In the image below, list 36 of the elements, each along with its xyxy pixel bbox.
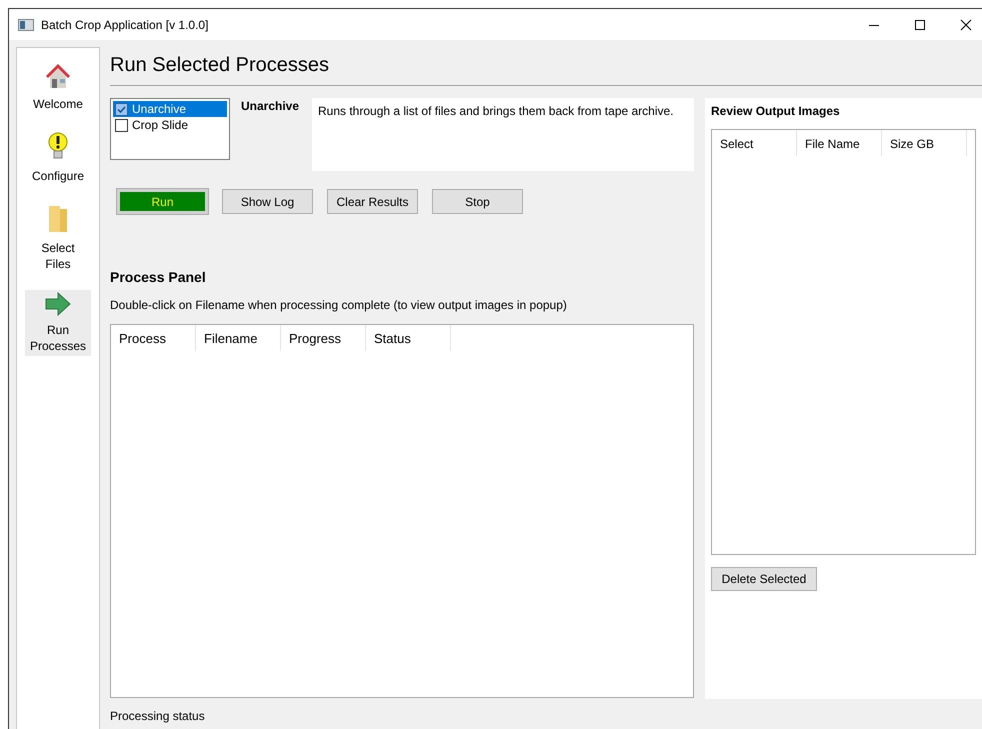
section-title: Process Panel bbox=[110, 269, 207, 285]
sidebar-item[interactable]: Select Files bbox=[25, 202, 91, 274]
folder-icon bbox=[47, 204, 69, 234]
house-icon bbox=[44, 62, 72, 90]
sidebar-item[interactable]: Run Processes bbox=[25, 290, 91, 356]
action-button[interactable]: Stop bbox=[432, 189, 523, 214]
status-text: Processing status bbox=[110, 709, 206, 725]
process-item[interactable]: Crop Slide bbox=[113, 117, 227, 133]
delete-button[interactable]: Delete Selected bbox=[711, 567, 817, 591]
process-label: Unarchive bbox=[132, 102, 186, 116]
process-name: Unarchive bbox=[241, 98, 300, 113]
column-header[interactable]: Size GB bbox=[882, 130, 967, 156]
app-icon bbox=[18, 18, 34, 30]
column-header[interactable]: Process bbox=[111, 325, 196, 351]
column-header[interactable]: Progress bbox=[281, 325, 366, 351]
column-header[interactable]: Filename bbox=[196, 325, 281, 351]
section-title: Review Output Images bbox=[711, 104, 841, 118]
close-icon[interactable] bbox=[960, 18, 972, 30]
run-button[interactable]: Run bbox=[117, 189, 208, 214]
column-header[interactable]: Status bbox=[366, 325, 451, 351]
checkbox[interactable] bbox=[115, 118, 128, 132]
sidebar-item[interactable]: Configure bbox=[25, 130, 91, 186]
window-title: Batch Crop Application [v 1.0.0] bbox=[41, 18, 208, 32]
process-label: Crop Slide bbox=[132, 118, 188, 132]
column-header[interactable]: Select bbox=[712, 130, 797, 156]
maximize-icon[interactable] bbox=[914, 18, 926, 30]
checkbox[interactable] bbox=[115, 102, 128, 116]
action-button[interactable]: Clear Results bbox=[327, 189, 418, 214]
action-button[interactable]: Show Log bbox=[222, 189, 313, 214]
process-item[interactable]: Unarchive bbox=[113, 101, 227, 117]
column-header[interactable]: File Name bbox=[797, 130, 882, 156]
arrow-icon bbox=[44, 292, 72, 316]
sidebar-item[interactable]: Welcome bbox=[25, 60, 91, 114]
description-box: Runs through a list of files and brings them back from tape archive. bbox=[312, 98, 694, 171]
page-heading: Run Selected Processes bbox=[110, 54, 330, 78]
instruction-text: Double-click on Filename when processing complete (to view output images in popup) bbox=[110, 298, 568, 312]
